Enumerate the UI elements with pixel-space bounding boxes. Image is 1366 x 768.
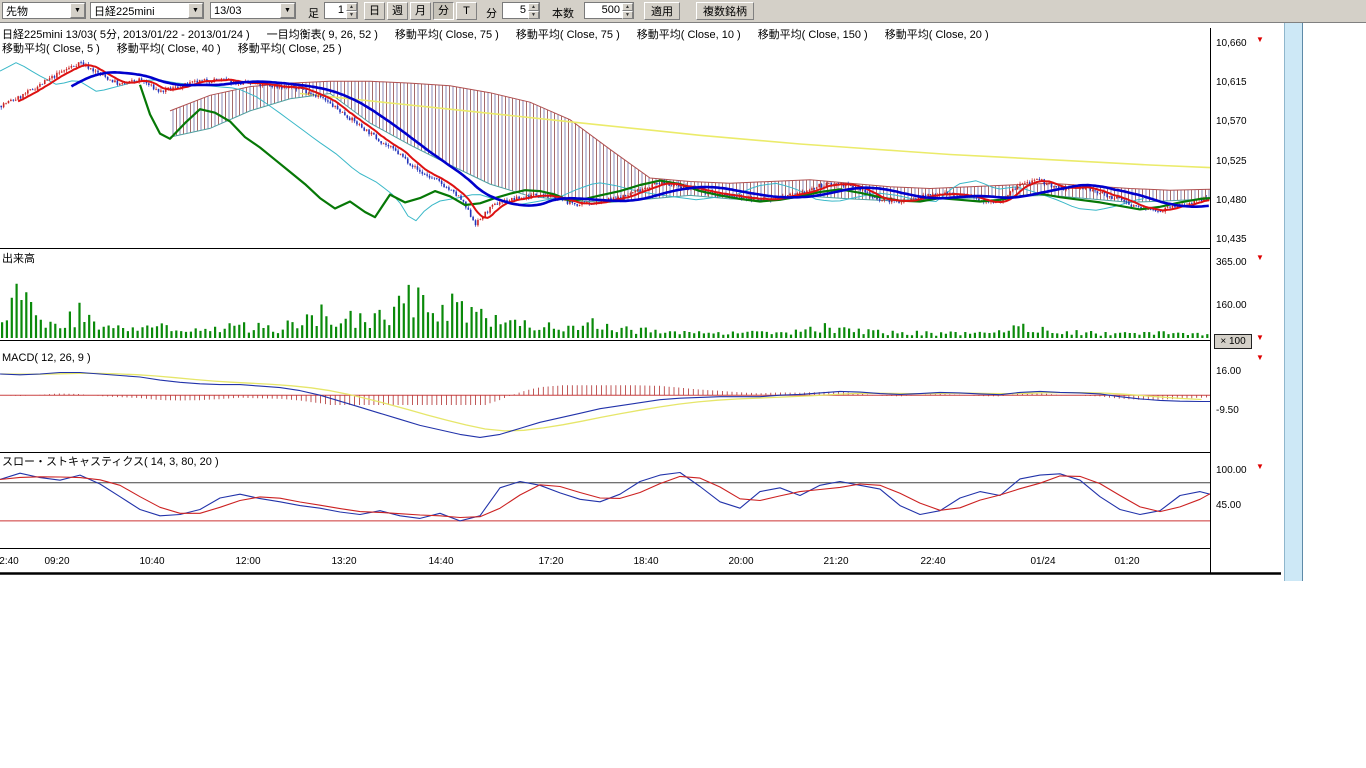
axis-tick-label: 10,435 (1216, 234, 1247, 245)
indicator-label: 移動平均( Close, 75 ) (395, 29, 499, 41)
axis-tick-label: 365.00 (1216, 257, 1247, 268)
time-tick-label: 21:20 (820, 556, 852, 567)
time-tick-label: 12:00 (232, 556, 264, 567)
axis-tick-label: 160.00 (1216, 300, 1247, 311)
instrument-type-value: 先物 (6, 3, 28, 19)
period-button-週[interactable]: 週 (387, 2, 408, 20)
axis-tick-label: 10,615 (1216, 77, 1247, 88)
period-button-日[interactable]: 日 (364, 2, 385, 20)
collapse-panel-icon[interactable]: ▼ (1256, 463, 1264, 471)
trading-app-window: 先物 ▼ 日経225mini ▼ 13/03 ▼ 足 1 ▲▼ 日週月分T 分 … (0, 0, 1366, 768)
indicator-label: 移動平均( Close, 75 ) (516, 29, 620, 41)
stochastics-panel[interactable] (0, 473, 1210, 521)
axis-tick-label: 16.00 (1216, 366, 1241, 377)
multi-symbol-button[interactable]: 複数銘柄 (696, 2, 754, 20)
axis-tick-label: 10,480 (1216, 195, 1247, 206)
volume-panel-label: 出来高 (2, 250, 35, 266)
time-tick-label: 09:20 (41, 556, 73, 567)
collapse-panel-icon[interactable]: ▼ (1256, 254, 1264, 262)
chevron-down-icon[interactable]: ▼ (188, 3, 203, 18)
indicator-label: 移動平均( Close, 10 ) (637, 29, 741, 41)
collapse-panel-icon[interactable]: ▼ (1256, 354, 1264, 362)
time-tick-label: 10:40 (136, 556, 168, 567)
count-value: 500 (585, 3, 622, 18)
axis-tick-label: 10,570 (1216, 116, 1247, 127)
time-tick-label: 22:40 (917, 556, 949, 567)
macd-panel[interactable] (0, 373, 1210, 438)
value-axis: 10,660 10,615 10,570 10,525 10,480 10,435 365.… (1210, 0, 1285, 580)
time-tick-label: 2:40 (0, 556, 25, 567)
count-label: 本数 (552, 5, 574, 21)
period-button-分[interactable]: 分 (433, 2, 454, 20)
price-panel[interactable] (0, 60, 1210, 227)
toolbar: 先物 ▼ 日経225mini ▼ 13/03 ▼ 足 1 ▲▼ 日週月分T 分 … (0, 0, 1366, 23)
period-button-月[interactable]: 月 (410, 2, 431, 20)
instrument-type-select[interactable]: 先物 ▼ (2, 2, 86, 19)
time-tick-label: 17:20 (535, 556, 567, 567)
chevron-down-icon[interactable]: ▼ (280, 3, 295, 18)
spinner-up-icon[interactable]: ▲ (528, 3, 539, 11)
contract-month-value: 13/03 (214, 5, 242, 17)
indicator-label: 移動平均( Close, 20 ) (885, 29, 989, 41)
time-axis: 2:40 09:20 10:40 12:00 13:20 14:40 17:20 18:40 2… (0, 556, 1210, 570)
spinner-down-icon[interactable]: ▼ (346, 11, 357, 19)
time-tick-label: 18:40 (630, 556, 662, 567)
time-tick-label: 20:00 (725, 556, 757, 567)
bar-count-value: 1 (325, 3, 346, 18)
indicator-label: 移動平均( Close, 5 ) (2, 43, 100, 55)
stochastics-panel-label: スロー・ストキャスティクス( 14, 3, 80, 20 ) (2, 453, 219, 469)
time-tick-label: 01:20 (1111, 556, 1143, 567)
minute-spinner[interactable]: 5 ▲▼ (502, 2, 540, 19)
time-tick-label: 14:40 (425, 556, 457, 567)
indicator-label: 移動平均( Close, 25 ) (238, 43, 342, 55)
chart-header-line2: 移動平均( Close, 5 ) 移動平均( Close, 40 ) 移動平均( C… (2, 40, 359, 56)
symbol-value: 日経225mini (94, 3, 155, 19)
spinner-down-icon[interactable]: ▼ (528, 11, 539, 19)
axis-tick-label: 100.00 (1216, 465, 1247, 476)
indicator-label: 移動平均( Close, 150 ) (758, 29, 868, 41)
collapse-panel-icon[interactable]: ▼ (1256, 334, 1264, 342)
period-button-T[interactable]: T (456, 2, 477, 20)
vertical-scrollbar[interactable] (1284, 0, 1303, 581)
axis-tick-label: 10,525 (1216, 156, 1247, 167)
count-spinner[interactable]: 500 ▲▼ (584, 2, 634, 19)
axis-tick-label: 45.00 (1216, 500, 1241, 511)
macd-panel-label: MACD( 12, 26, 9 ) (2, 352, 91, 364)
collapse-panel-icon[interactable]: ▼ (1256, 36, 1264, 44)
spinner-up-icon[interactable]: ▲ (346, 3, 357, 11)
apply-button[interactable]: 適用 (644, 2, 680, 20)
volume-panel[interactable] (1, 284, 1208, 338)
contract-month-select[interactable]: 13/03 ▼ (210, 2, 296, 19)
symbol-select[interactable]: 日経225mini ▼ (90, 2, 204, 19)
indicator-label: 移動平均( Close, 40 ) (117, 43, 221, 55)
chevron-down-icon[interactable]: ▼ (70, 3, 85, 18)
spinner-up-icon[interactable]: ▲ (622, 3, 633, 11)
minute-label: 分 (486, 5, 497, 21)
time-tick-label: 13:20 (328, 556, 360, 567)
minute-value: 5 (503, 3, 528, 18)
chart-canvas[interactable] (0, 0, 1310, 580)
axis-tick-label: -9.50 (1216, 405, 1239, 416)
axis-tick-label: 10,660 (1216, 38, 1247, 49)
bar-count-spinner[interactable]: 1 ▲▼ (324, 2, 358, 19)
spinner-down-icon[interactable]: ▼ (622, 11, 633, 19)
time-tick-label: 01/24 (1027, 556, 1059, 567)
volume-scale-box: × 100 (1214, 334, 1252, 349)
period-buttons-group: 日週月分T (364, 2, 477, 20)
bar-type-label: 足 (308, 5, 319, 21)
